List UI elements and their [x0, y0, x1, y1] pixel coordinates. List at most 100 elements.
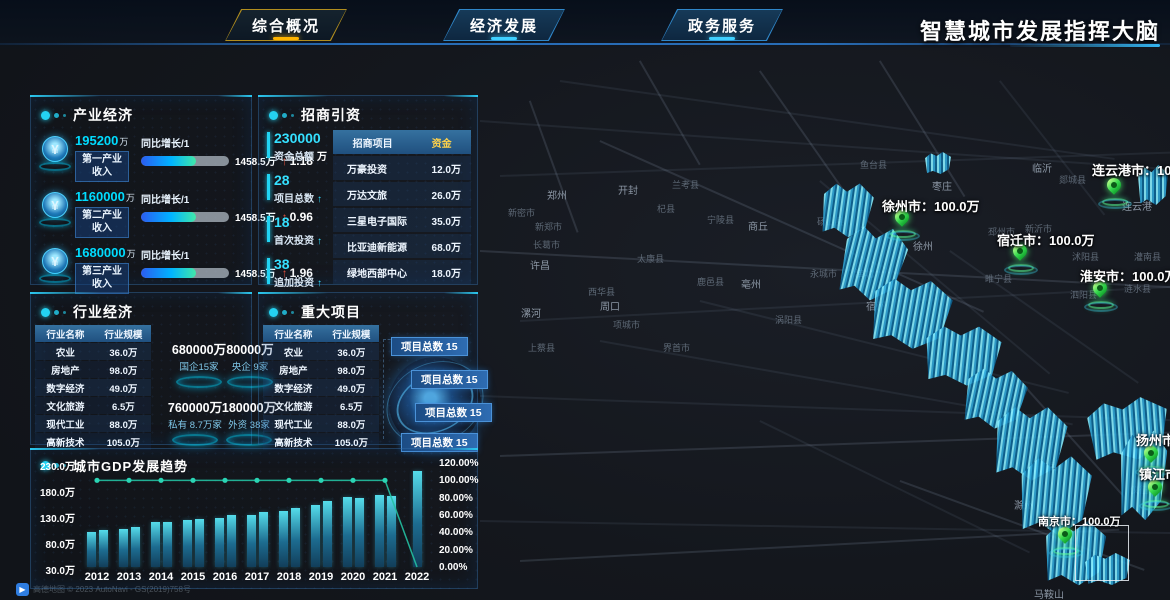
industry-label: 第一产业收入	[75, 151, 129, 182]
gdp-bar[interactable]	[227, 515, 236, 567]
growth-progressbar	[141, 212, 229, 222]
col-header-fund: 资金	[412, 135, 471, 150]
table-row[interactable]: 现代工业88.0万	[35, 415, 151, 432]
gdp-bar[interactable]	[119, 529, 128, 567]
sector-name: 房地产	[35, 363, 96, 377]
table-row[interactable]: 文化旅游6.5万	[263, 397, 379, 414]
sector-name: 数字经济	[35, 381, 96, 395]
industry-row: ¥195200万第一产业收入同比增长/11458.5万↑1.18	[31, 128, 251, 184]
table-row[interactable]: 房地产98.0万	[263, 361, 379, 378]
tab-政务服务[interactable]: 政务服务	[661, 9, 783, 41]
gdp-bar[interactable]	[131, 527, 140, 567]
col-header-scale: 行业规模	[96, 327, 151, 341]
gdp-bar[interactable]	[375, 495, 384, 567]
investment-stats: 230000资金总额万28项目总数↑18首次投资↑38追加投资↑	[267, 130, 329, 289]
place-label: 宁陵县	[707, 213, 734, 226]
place-label: 枣庄	[932, 178, 952, 193]
place-label: 西华县	[588, 285, 615, 298]
sector-name: 文化旅游	[263, 399, 324, 413]
gdp-bar[interactable]	[151, 522, 160, 567]
tab-underline-icon	[491, 37, 517, 40]
table-row[interactable]: 现代工业88.0万	[263, 415, 379, 432]
table-row[interactable]: 三星电子国际35.0万	[333, 208, 471, 232]
map-road-line	[999, 80, 1105, 215]
coins-icon: ¥	[37, 245, 73, 285]
gdp-bar[interactable]	[247, 515, 256, 567]
stat-value: 230000	[274, 130, 329, 146]
table-row[interactable]: 比亚迪新能源68.0万	[333, 234, 471, 258]
gdp-bar[interactable]	[323, 501, 332, 567]
gdp-bar[interactable]	[195, 519, 204, 567]
sector-scale: 6.5万	[324, 399, 379, 413]
y2-axis-tick: 20.00%	[439, 545, 473, 556]
investment-body: 230000资金总额万28项目总数↑18首次投资↑38追加投资↑ 招商项目资金万…	[259, 128, 477, 289]
tab-综合概况[interactable]: 综合概况	[225, 9, 347, 41]
gdp-bar[interactable]	[163, 522, 172, 567]
city-stat-label: 连云港市：100.0万	[1092, 160, 1170, 179]
gdp-bar[interactable]	[355, 498, 364, 567]
panel-gdp-trend: 城市GDP发展趋势 230.0万180.0万130.0万80.0万30.0万12…	[30, 448, 478, 589]
industry-row: ¥1680000万第三产业收入同比增长/11458.5万↑1.96	[31, 240, 251, 296]
place-label: 徐州	[913, 238, 933, 253]
coins-icon: ¥	[37, 189, 73, 229]
industry-rows: ¥195200万第一产业收入同比增长/11458.5万↑1.18¥1160000…	[31, 128, 251, 296]
investment-stat: 28项目总数↑	[267, 172, 329, 205]
place-label: 临沂	[1032, 160, 1052, 175]
table-row[interactable]: 文化旅游6.5万	[35, 397, 151, 414]
place-label: 新郑市	[535, 220, 562, 233]
gdp-bar[interactable]	[87, 532, 96, 567]
gdp-bar[interactable]	[183, 520, 192, 567]
gdp-bar[interactable]	[259, 512, 268, 567]
panel-title: 招商引资	[301, 105, 361, 125]
industry-label: 第三产业收入	[75, 263, 129, 294]
place-label: 界首市	[663, 341, 690, 354]
x-axis-tick: 2021	[373, 571, 397, 583]
pin-dot	[1061, 530, 1069, 538]
mini-table-header: 行业名称行业规模	[263, 325, 379, 342]
city-marker[interactable]	[1084, 281, 1118, 311]
sector-body: 行业名称行业规模农业36.0万房地产98.0万数字经济49.0万文化旅游6.5万…	[31, 325, 251, 445]
table-row[interactable]: 数字经济49.0万	[263, 379, 379, 396]
gdp-bar[interactable]	[413, 471, 422, 567]
project-name: 比亚迪新能源	[333, 239, 412, 254]
table-row[interactable]: 数字经济49.0万	[35, 379, 151, 396]
gdp-bar[interactable]	[215, 518, 224, 567]
tab-label: 政务服务	[662, 10, 782, 40]
city-marker[interactable]	[1098, 178, 1132, 208]
gdp-bar[interactable]	[311, 505, 320, 567]
gdp-chart[interactable]: 230.0万180.0万130.0万80.0万30.0万120.00%100.0…	[31, 449, 477, 588]
tab-经济发展[interactable]: 经济发展	[443, 9, 565, 41]
title-underline	[1010, 44, 1160, 47]
table-row[interactable]: 房地产98.0万	[35, 361, 151, 378]
table-row[interactable]: 绿地西部中心18.0万	[333, 260, 471, 284]
pin-dot	[1110, 181, 1118, 189]
project-total-tag[interactable]: 项目总数 15	[391, 337, 468, 356]
stat-label: 追加投资↑	[274, 274, 329, 289]
y2-axis-tick: 80.00%	[439, 493, 473, 504]
gdp-bar[interactable]	[343, 497, 352, 567]
project-total-tag[interactable]: 项目总数 15	[415, 403, 492, 422]
gdp-bar[interactable]	[291, 508, 300, 567]
place-label: 商丘	[748, 218, 768, 233]
sector-scale: 98.0万	[324, 363, 379, 377]
sector-table[interactable]: 行业名称行业规模农业36.0万房地产98.0万数字经济49.0万文化旅游6.5万…	[35, 325, 151, 451]
table-row[interactable]: 万豪投资12.0万	[333, 156, 471, 180]
table-row[interactable]: 农业36.0万	[263, 343, 379, 360]
table-row[interactable]: 万达文旅26.0万	[333, 182, 471, 206]
sector-scale: 88.0万	[96, 417, 151, 431]
major-table[interactable]: 行业名称行业规模农业36.0万房地产98.0万数字经济49.0万文化旅游6.5万…	[263, 325, 379, 451]
industry-row: ¥1160000万第二产业收入同比增长/11458.5万↑0.96	[31, 184, 251, 240]
investment-table[interactable]: 招商项目资金万豪投资12.0万万达文旅26.0万三星电子国际35.0万比亚迪新能…	[333, 130, 471, 289]
project-total-tag[interactable]: 项目总数 15	[411, 370, 488, 389]
y2-axis-tick: 0.00%	[439, 562, 467, 573]
x-axis-tick: 2012	[85, 571, 109, 583]
city-marker[interactable]	[1139, 480, 1170, 510]
gdp-bar[interactable]	[99, 530, 108, 567]
col-header-scale: 行业规模	[324, 327, 379, 341]
panel-industry-economy: 产业经济 ¥195200万第一产业收入同比增长/11458.5万↑1.18¥11…	[30, 95, 252, 285]
gdp-bar[interactable]	[387, 496, 396, 567]
project-fund: 35.0万	[412, 213, 471, 228]
panel-investment: 招商引资 230000资金总额万28项目总数↑18首次投资↑38追加投资↑ 招商…	[258, 95, 478, 285]
gdp-bar[interactable]	[279, 511, 288, 567]
table-row[interactable]: 农业36.0万	[35, 343, 151, 360]
